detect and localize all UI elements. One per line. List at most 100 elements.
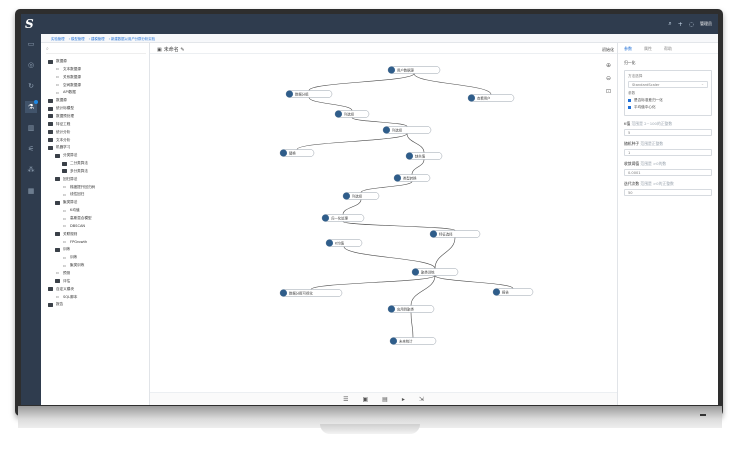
tree-item[interactable]: 数据源	[48, 97, 67, 104]
experiment-icon[interactable]: ⚗	[25, 100, 38, 113]
database-icon[interactable]: ◎	[25, 59, 37, 71]
tree-item[interactable]: ▫ 聚类训练	[62, 262, 84, 269]
search-icon[interactable]: ⌕	[668, 20, 671, 28]
tree-item[interactable]: 统计分析	[48, 129, 70, 136]
run-icon[interactable]: ▸	[402, 396, 405, 403]
tree-item[interactable]: 关联规则	[55, 231, 77, 238]
grid-icon[interactable]: ▦	[25, 185, 37, 197]
flow-node[interactable]: 数据分组	[285, 90, 333, 98]
checkbox-icon	[628, 99, 631, 102]
tree-item[interactable]: ▫ 高斯混合模型	[62, 215, 91, 222]
node-type-icon	[343, 192, 350, 200]
field4-input[interactable]: 50	[624, 189, 712, 196]
tree-item[interactable]: 训练	[55, 246, 70, 253]
flow-node[interactable]: 类型转换	[393, 174, 431, 182]
tree-item[interactable]: 报告	[48, 301, 63, 308]
tab-params[interactable]: 参数	[624, 46, 632, 53]
tree-item[interactable]: 自定义模块	[48, 286, 74, 293]
tree-item[interactable]: 机器学习	[48, 144, 70, 151]
flow-edge	[308, 97, 353, 111]
user-name[interactable]: 管理员	[700, 21, 712, 27]
check-std-label: 是否标准差归一化	[634, 98, 663, 102]
flow-node[interactable]: 未来统计	[389, 337, 437, 345]
tree-item[interactable]: 二分类算法	[62, 160, 88, 167]
tree-item[interactable]: 数据源	[48, 58, 67, 65]
add-icon[interactable]: +	[678, 21, 683, 28]
tree-item[interactable]: ▫ 训练	[62, 254, 77, 261]
tree-item-label: 分类算法	[63, 153, 78, 158]
zoom-out-icon[interactable]: ⊖	[604, 75, 613, 88]
zoom-in-icon[interactable]: ⊕	[604, 62, 613, 75]
cluster-icon[interactable]: ⁂	[25, 164, 37, 176]
top-bar: S ⌕ + ◌ 管理员	[21, 14, 718, 34]
export-icon[interactable]: ⇲	[419, 396, 424, 403]
copy-icon[interactable]: ▤	[382, 396, 388, 403]
flow-node[interactable]: 缺失值	[405, 152, 443, 160]
tree-item[interactable]: ▫ 文本数据源	[55, 66, 81, 73]
flow-edge	[434, 275, 514, 289]
flow-node[interactable]: 列选择	[334, 110, 370, 118]
tree-item[interactable]: 分类算法	[55, 152, 77, 159]
tree-item[interactable]: ▫ DBSCAN	[62, 223, 85, 230]
folder-icon	[48, 59, 53, 64]
tree-item[interactable]: 评估	[55, 278, 70, 285]
app-screen: S ⌕ + ◌ 管理员 ▭ ◎ ↻ ⚗ ▥ ⚟ ⁂ ▦ 实验管理 › 模型管理 › …	[21, 14, 718, 405]
tree-item[interactable]: ▫ SQL脚本	[55, 294, 77, 301]
folder-icon	[48, 122, 53, 127]
flow-node[interactable]: 替换	[279, 149, 315, 157]
file-icon: ▫	[56, 66, 59, 72]
flow-node[interactable]: 报告	[492, 288, 534, 296]
tree-item[interactable]: 多分类算法	[62, 168, 88, 175]
tree-search[interactable]: ⌕	[46, 46, 146, 54]
tab-props[interactable]: 属性	[644, 46, 652, 53]
user-icon[interactable]: ◌	[689, 21, 694, 28]
tree-item[interactable]: ▫ 预测	[55, 270, 70, 277]
flow-node[interactable]: 特征选择	[429, 230, 481, 238]
tree-item[interactable]: 聚类算法	[55, 199, 77, 206]
flow-graph: 用户数据源数据分组查看用户列选择列选择替换缺失值类型转换列选择归一化处理特征选择…	[279, 66, 534, 345]
save-icon[interactable]: ▣	[363, 396, 369, 403]
init-button[interactable]: 初始化	[602, 47, 614, 53]
tab-help[interactable]: 帮助	[664, 46, 672, 53]
tree-item-label: 文本分析	[56, 137, 71, 142]
flow-node[interactable]: 查看用户	[467, 94, 515, 102]
flow-node[interactable]: 用户数据源	[387, 66, 441, 74]
tree-item[interactable]: ▫ 梯度提升回归树	[62, 184, 95, 191]
check-std[interactable]: 是否标准差归一化	[628, 98, 708, 103]
flow-node[interactable]: 应用到聚类	[387, 305, 435, 313]
tree-item[interactable]: ▫ 空间数据源	[55, 82, 81, 89]
flow-node[interactable]: 列选择	[342, 192, 380, 200]
edit-icon[interactable]: ✎	[180, 47, 184, 53]
tree-item[interactable]: 数据预处理	[48, 113, 74, 120]
chart-icon[interactable]: ▥	[25, 122, 37, 134]
flow-node[interactable]: K均值	[325, 239, 363, 247]
tree-item[interactable]: ▫ K均值	[62, 207, 79, 214]
field1-input[interactable]: 5	[624, 129, 712, 136]
method-select[interactable]: StandardScaler ⌄	[628, 81, 708, 88]
breadcrumb-item-1[interactable]: 模型管理	[71, 37, 85, 41]
fit-icon[interactable]: ⊡	[604, 88, 613, 101]
flow-node[interactable]: 归一化处理	[321, 214, 365, 222]
check-mean[interactable]: 平均值中心化	[628, 105, 708, 110]
tree-item[interactable]: ▫ FPGrowth	[62, 239, 87, 246]
flow-node[interactable]: 聚类训练	[411, 268, 459, 276]
breadcrumb-item-2[interactable]: 建模管理	[91, 37, 105, 41]
list-icon[interactable]: ☰	[343, 396, 348, 403]
tree-item[interactable]: ▫ 关系数据源	[55, 74, 81, 81]
flow-edge	[308, 73, 415, 91]
tree-item[interactable]: 文本分析	[48, 137, 70, 144]
breadcrumb-item-0[interactable]: 实验管理	[51, 37, 65, 41]
monitor-icon[interactable]: ▭	[25, 38, 37, 50]
app-logo: S	[25, 17, 34, 31]
tree-item[interactable]: 回归算法	[55, 176, 77, 183]
tree-item[interactable]: 统计标模型	[48, 105, 74, 112]
flow-icon[interactable]: ⚟	[25, 143, 37, 155]
flow-node[interactable]: 数据分群可视化	[279, 289, 343, 297]
refresh-icon[interactable]: ↻	[25, 80, 37, 92]
tree-item[interactable]: ▫ API数据	[55, 89, 76, 96]
tree-item[interactable]: 特征工程	[48, 121, 70, 128]
tree-item[interactable]: ▫ 线性回归	[62, 191, 84, 198]
field3-input[interactable]: 0.0001	[624, 169, 712, 176]
field2-input[interactable]: 1	[624, 149, 712, 156]
flow-node[interactable]: 列选择	[382, 126, 432, 134]
